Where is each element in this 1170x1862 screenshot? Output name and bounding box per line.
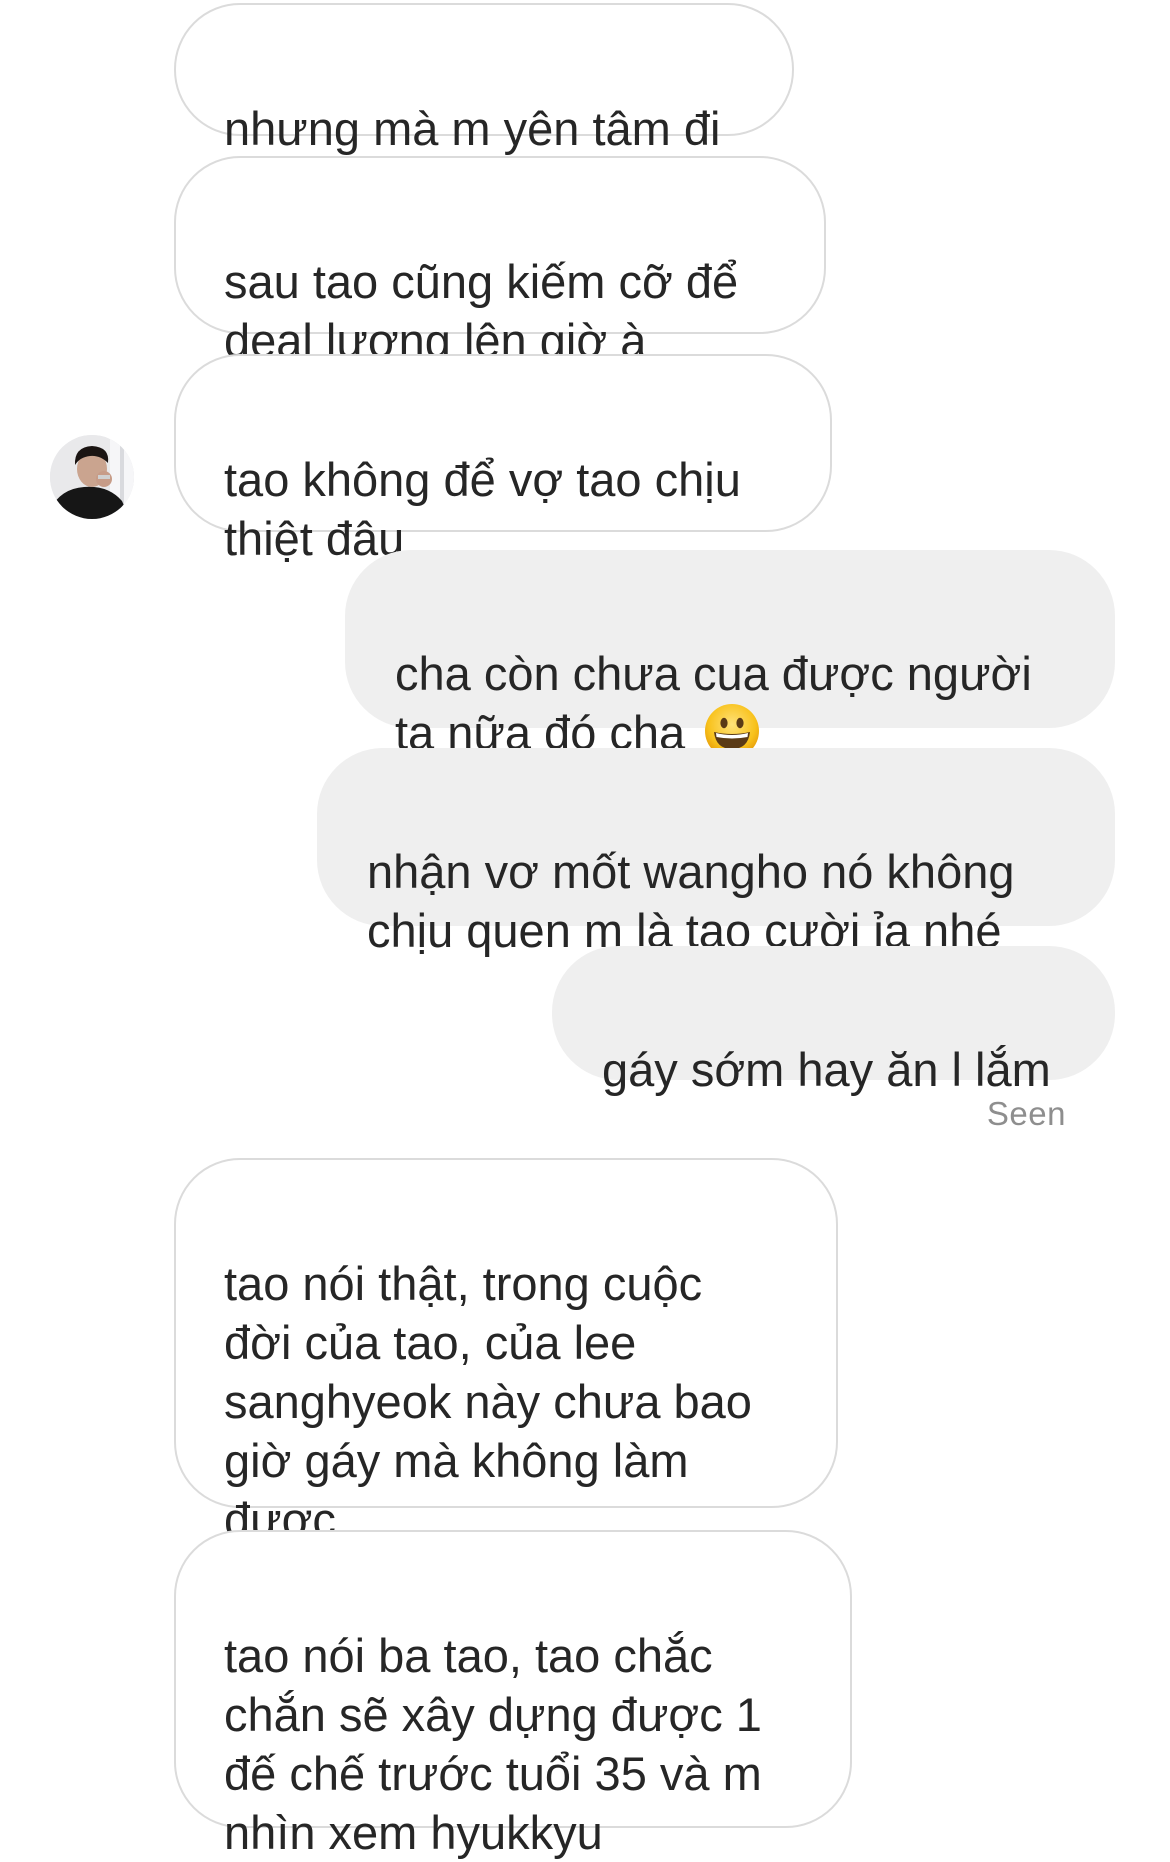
message-bubble-incoming[interactable]: tao không để vợ tao chịu thiệt đâu [174,354,832,565]
message-bubble-incoming[interactable]: nhưng mà m yên tâm đi [174,3,794,155]
message-bubble-incoming[interactable]: tao nói thật, trong cuộc đời của tao, củ… [174,1158,838,1546]
message-text: gáy sớm hay ăn l lắm [602,1043,1051,1096]
avatar-photo-icon [50,435,134,519]
sender-avatar[interactable] [50,435,134,519]
message-text: sau tao cũng kiếm cỡ để deal lương lên g… [224,255,739,367]
message-bubble-outgoing[interactable]: cha còn chưa cua được người ta nữa đó ch… [345,550,1115,759]
message-bubble-outgoing[interactable]: nhận vơ mốt wangho nó không chịu quen m … [317,748,1115,957]
message-text: tao nói ba tao, tao chắc chắn sẽ xây dựn… [224,1629,762,1859]
message-bubble-outgoing[interactable]: gáy sớm hay ăn l lắm [552,946,1115,1096]
message-bubble-incoming[interactable]: tao nói ba tao, tao chắc chắn sẽ xây dựn… [174,1530,852,1859]
message-text: tao không để vợ tao chịu thiệt đâu [224,453,741,565]
message-bubble-incoming[interactable]: sau tao cũng kiếm cỡ để deal lương lên g… [174,156,826,367]
message-text: nhưng mà m yên tâm đi [224,102,721,155]
message-text: nhận vơ mốt wangho nó không chịu quen m … [367,845,1015,957]
message-text: tao nói thật, trong cuộc đời của tao, củ… [224,1257,752,1546]
seen-receipt: Seen [986,1095,1066,1132]
